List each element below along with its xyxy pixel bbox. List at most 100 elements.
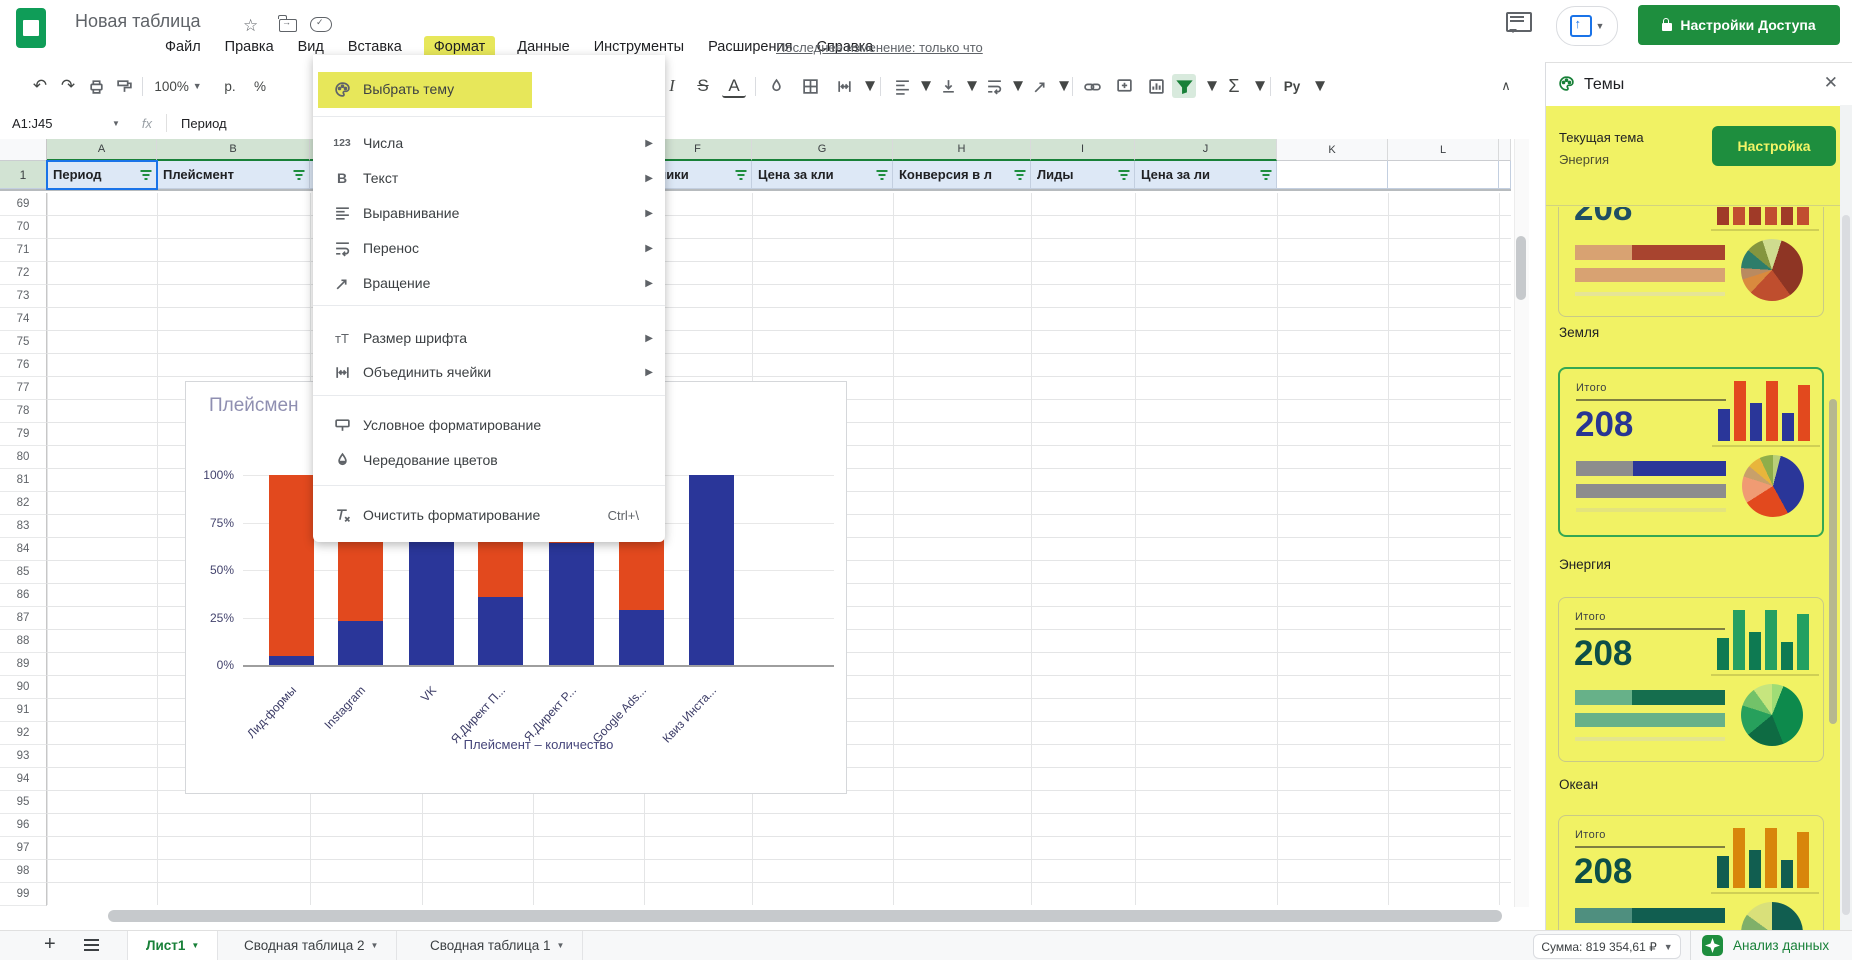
vertical-align-icon[interactable] <box>936 74 960 98</box>
menu-item-11[interactable]: Очистить форматированиеCtrl+\ <box>313 498 665 532</box>
panel-scrollbar-thumb[interactable] <box>1829 399 1837 724</box>
row-header-78[interactable]: 78 <box>0 400 47 423</box>
all-sheets-icon[interactable] <box>84 939 99 951</box>
row-header-74[interactable]: 74 <box>0 308 47 331</box>
bar-segment-bottom[interactable] <box>269 656 314 666</box>
theme-card-Энергия[interactable]: Итого208 <box>1558 367 1824 537</box>
document-title[interactable]: Новая таблица <box>75 11 201 32</box>
merge-caret-icon[interactable]: ▼ <box>858 74 882 98</box>
spreadsheet-grid[interactable]: ABCDEFGHIJKL 1 ПериодПлейсментКликиЦена … <box>0 139 1540 930</box>
row-header-80[interactable]: 80 <box>0 446 47 469</box>
row-header-73[interactable]: 73 <box>0 285 47 308</box>
fill-color-icon[interactable] <box>764 74 788 98</box>
input-tools-button[interactable]: Ру <box>1280 74 1304 98</box>
move-folder-icon[interactable] <box>279 19 297 32</box>
strikethrough-icon[interactable]: S <box>691 74 715 98</box>
menu-Правка[interactable]: Правка <box>223 36 276 58</box>
row-header-70[interactable]: 70 <box>0 216 47 239</box>
row-header-92[interactable]: 92 <box>0 722 47 745</box>
filter-funnel-icon[interactable] <box>876 169 888 181</box>
horizontal-scrollbar-thumb[interactable] <box>108 910 1502 922</box>
vertical-scrollbar-thumb[interactable] <box>1516 236 1526 300</box>
row-header-86[interactable]: 86 <box>0 584 47 607</box>
comment-history-icon[interactable] <box>1506 12 1532 32</box>
row-header-72[interactable]: 72 <box>0 262 47 285</box>
row-header-79[interactable]: 79 <box>0 423 47 446</box>
row-header-82[interactable]: 82 <box>0 492 47 515</box>
theme-card[interactable]: Итого208 <box>1558 815 1824 931</box>
row-header-88[interactable]: 88 <box>0 630 47 653</box>
bar-segment-bottom[interactable] <box>478 597 523 665</box>
bar-segment-bottom[interactable] <box>619 610 664 665</box>
row-header-1[interactable]: 1 <box>0 161 47 189</box>
filter-header-J[interactable]: Цена за ли <box>1135 161 1277 189</box>
cell-L1[interactable] <box>1388 161 1499 189</box>
row-header-76[interactable]: 76 <box>0 354 47 377</box>
filter-funnel-icon[interactable] <box>735 169 747 181</box>
bar-segment-top[interactable] <box>478 542 523 597</box>
menu-item-1[interactable]: Выбрать тему <box>313 72 665 106</box>
menu-item-9[interactable]: Условное форматирование <box>313 408 665 442</box>
currency-format-icon[interactable]: р. <box>218 74 242 98</box>
filter-funnel-icon[interactable] <box>293 169 305 181</box>
menu-item-10[interactable]: Чередование цветов <box>313 443 665 477</box>
functions-icon[interactable]: Σ <box>1222 74 1246 98</box>
column-header-J[interactable]: J <box>1135 139 1277 161</box>
row-header-95[interactable]: 95 <box>0 791 47 814</box>
menu-item-4[interactable]: Выравнивание▶ <box>313 196 665 230</box>
bar-segment-bottom[interactable] <box>689 475 734 665</box>
filter-funnel-icon[interactable] <box>1118 169 1130 181</box>
redo-icon[interactable]: ↷ <box>56 74 80 98</box>
row-header-89[interactable]: 89 <box>0 653 47 676</box>
row-header-85[interactable]: 85 <box>0 561 47 584</box>
filter-funnel-icon[interactable] <box>1260 169 1272 181</box>
text-color-icon[interactable]: A <box>722 76 746 98</box>
row-header-75[interactable]: 75 <box>0 331 47 354</box>
insert-link-icon[interactable] <box>1080 74 1104 98</box>
filter-funnel-icon[interactable] <box>1014 169 1026 181</box>
paint-format-icon[interactable] <box>112 74 136 98</box>
row-header-90[interactable]: 90 <box>0 676 47 699</box>
filter-header-B[interactable]: Плейсмент <box>157 161 310 189</box>
column-header-G[interactable]: G <box>752 139 893 161</box>
collapse-toolbar-icon[interactable]: ∧ <box>1494 74 1518 98</box>
row-header-94[interactable]: 94 <box>0 768 47 791</box>
filter-header-I[interactable]: Лиды <box>1031 161 1135 189</box>
sheet-tab-pivot1[interactable]: Сводная таблица 1▼ <box>412 931 583 960</box>
filter-icon[interactable] <box>1172 74 1196 98</box>
borders-icon[interactable] <box>798 74 822 98</box>
access-settings-button[interactable]: Настройки Доступа <box>1638 5 1840 45</box>
menu-item-5[interactable]: Перенос▶ <box>313 231 665 265</box>
explore-button[interactable]: Анализ данных <box>1702 935 1829 956</box>
filter-caret-icon[interactable]: ▼ <box>1200 74 1224 98</box>
row-header-97[interactable]: 97 <box>0 837 47 860</box>
formula-input[interactable]: Период <box>181 116 227 131</box>
bar-segment-bottom[interactable] <box>338 621 383 665</box>
bar-segment-bottom[interactable] <box>409 542 454 666</box>
column-header-I[interactable]: I <box>1031 139 1135 161</box>
text-rotate-icon[interactable] <box>1028 74 1052 98</box>
halign-caret-icon[interactable]: ▼ <box>914 74 938 98</box>
theme-card-Земля[interactable]: Итого208 <box>1558 207 1824 317</box>
insert-chart-icon[interactable] <box>1144 74 1168 98</box>
row-header-83[interactable]: 83 <box>0 515 47 538</box>
cell-K1[interactable] <box>1277 161 1388 189</box>
row-header-71[interactable]: 71 <box>0 239 47 262</box>
column-header-L[interactable]: L <box>1388 139 1499 161</box>
bar-segment-top[interactable] <box>269 475 314 656</box>
select-all-corner[interactable] <box>0 139 47 161</box>
sheet-tab-pivot2[interactable]: Сводная таблица 2▼ <box>226 931 397 960</box>
column-header-H[interactable]: H <box>893 139 1031 161</box>
add-sheet-icon[interactable]: + <box>44 933 56 956</box>
bar-segment-bottom[interactable] <box>549 543 594 665</box>
column-header-A[interactable]: A <box>47 139 157 161</box>
star-icon[interactable]: ☆ <box>243 16 258 36</box>
name-box[interactable]: A1:J45 <box>0 116 98 131</box>
row-header-84[interactable]: 84 <box>0 538 47 561</box>
sheet-tab-list1[interactable]: Лист1▼ <box>127 931 218 960</box>
column-header-B[interactable]: B <box>157 139 310 161</box>
name-box-caret-icon[interactable]: ▼ <box>112 119 120 128</box>
valign-caret-icon[interactable]: ▼ <box>960 74 984 98</box>
merge-cells-icon[interactable] <box>832 74 856 98</box>
functions-caret-icon[interactable]: ▼ <box>1248 74 1272 98</box>
